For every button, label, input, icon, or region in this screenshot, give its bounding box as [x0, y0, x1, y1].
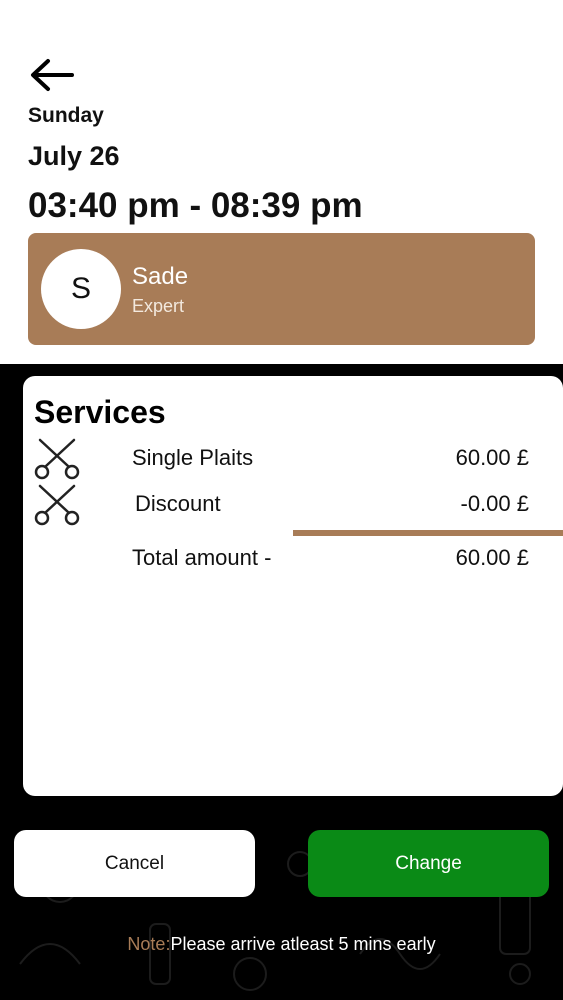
date-label: July 26 [28, 141, 120, 171]
cancel-button[interactable]: Cancel [14, 830, 255, 897]
header-section: Sunday July 26 03:40 pm - 08:39 pm S Sad… [0, 0, 563, 364]
day-label: Sunday [28, 104, 104, 127]
expert-name: Sade [132, 263, 189, 290]
scissors-icon [34, 438, 80, 480]
avatar: S [41, 249, 121, 329]
expert-card: S Sade Expert [28, 233, 535, 345]
change-button[interactable]: Change [308, 830, 549, 897]
service-price: 60.00 £ [455, 445, 529, 470]
expert-role: Expert [132, 296, 185, 316]
services-card: Services Single Plaits 60.00 £ Discount … [23, 376, 563, 796]
note-text: Please arrive atleast 5 mins early [170, 934, 436, 954]
scissors-icon [34, 484, 80, 526]
discount-price: -0.00 £ [460, 491, 530, 516]
total-label: Total amount - [132, 545, 272, 570]
total-divider [293, 530, 563, 536]
note: Note:Please arrive atleast 5 mins early [0, 934, 563, 955]
total-value: 60.00 £ [455, 545, 529, 570]
back-button[interactable] [28, 55, 76, 95]
service-name: Single Plaits [132, 445, 254, 470]
services-title: Services [34, 394, 166, 430]
arrow-left-icon [31, 59, 74, 91]
note-label: Note: [127, 934, 171, 954]
time-range: 03:40 pm - 08:39 pm [28, 186, 363, 225]
discount-name: Discount [135, 491, 221, 516]
